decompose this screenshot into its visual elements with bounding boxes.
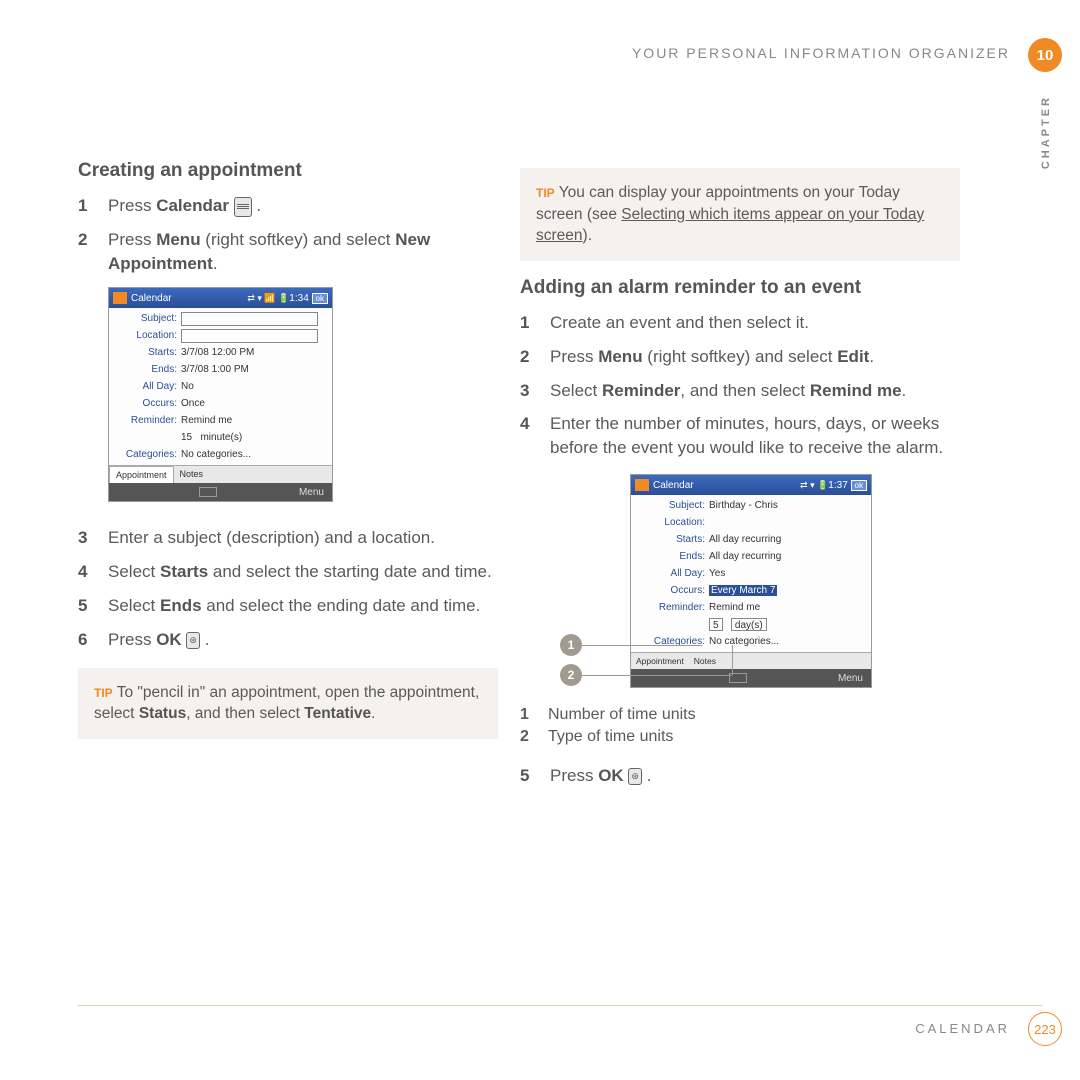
r-step-2: 2Press Menu (right softkey) and select E… (520, 345, 960, 369)
r-step-1: 1Create an event and then select it. (520, 311, 960, 335)
signal-icons: ⇄ ▾ 📶 🔋 (247, 293, 289, 304)
step-4: 4Select Starts and select the starting d… (78, 560, 498, 584)
signal-icons: ⇄ ▾ 🔋 (800, 480, 828, 491)
tab-appointment[interactable]: Appointment (631, 653, 689, 669)
footer-section: CALENDAR (915, 1021, 1010, 1036)
step-3: 3Enter a subject (description) and a loc… (78, 526, 498, 550)
r-step-3: 3Select Reminder, and then select Remind… (520, 379, 960, 403)
location-field[interactable] (181, 329, 318, 343)
chapter-number-badge: 10 (1028, 38, 1062, 72)
starts-value[interactable]: 3/7/08 12:00 PM (181, 347, 332, 358)
callout-2: 2 (560, 664, 582, 686)
r-step-5: 5Press OK ⊛ . (520, 764, 960, 788)
caption-1: 1Number of time units (520, 706, 960, 724)
start-icon (635, 479, 649, 491)
categories-value[interactable]: No categories... (181, 449, 332, 460)
caption-2: 2Type of time units (520, 728, 960, 746)
ok-icon: ⊛ (186, 632, 200, 649)
keyboard-icon[interactable] (199, 487, 217, 497)
heading-creating-appointment: Creating an appointment (78, 160, 498, 182)
reminder-value[interactable]: Remind me (181, 415, 332, 426)
shot1-time: 1:34 (289, 293, 308, 304)
chapter-label: CHAPTER (1040, 95, 1052, 169)
ends-value[interactable]: 3/7/08 1:00 PM (181, 364, 332, 375)
tab-notes[interactable]: Notes (174, 466, 210, 483)
tab-appointment[interactable]: Appointment (109, 466, 174, 483)
r-step-4: 4Enter the number of minutes, hours, day… (520, 412, 960, 460)
step-1: 1Press Calendar . (78, 194, 498, 218)
heading-adding-alarm: Adding an alarm reminder to an event (520, 277, 960, 299)
tip-pencil-in: TIP To "pencil in" an appointment, open … (78, 668, 498, 739)
step-5: 5Select Ends and select the ending date … (78, 594, 498, 618)
calendar-icon (234, 197, 252, 217)
page-number: 223 (1028, 1012, 1062, 1046)
screenshot-alarm-reminder: 1 2 Calendar⇄ ▾ 🔋 1:37 ok Subject:Birthd… (560, 474, 880, 688)
running-head: YOUR PERSONAL INFORMATION ORGANIZER (632, 45, 1010, 61)
tab-notes[interactable]: Notes (689, 653, 721, 669)
shot1-title: Calendar (131, 293, 172, 304)
callout-1: 1 (560, 634, 582, 656)
ok-button[interactable]: ok (312, 293, 328, 304)
tip-today-screen: TIP You can display your appointments on… (520, 168, 960, 261)
allday-value[interactable]: No (181, 381, 332, 392)
step-2: 2Press Menu (right softkey) and select N… (78, 228, 498, 276)
step-6: 6Press OK ⊛ . (78, 628, 498, 652)
menu-softkey[interactable]: Menu (838, 673, 863, 684)
menu-softkey[interactable]: Menu (299, 487, 324, 498)
occurs-value[interactable]: Once (181, 398, 332, 409)
screenshot-new-appointment: Calendar⇄ ▾ 📶 🔋 1:34 ok Subject: Locatio… (108, 287, 333, 502)
subject-field[interactable] (181, 312, 318, 326)
ok-button[interactable]: ok (851, 480, 867, 491)
footer-rule (78, 1005, 1042, 1006)
start-icon (113, 292, 127, 304)
ok-icon: ⊛ (628, 768, 642, 785)
subject-value[interactable]: Birthday - Chris (709, 500, 871, 511)
